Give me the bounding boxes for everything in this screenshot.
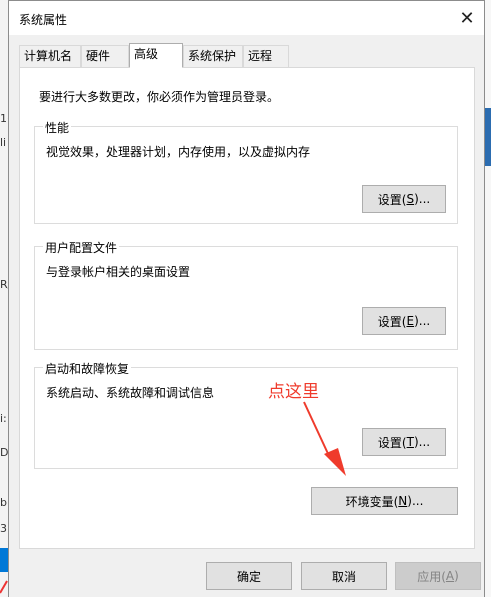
- startup-recovery-description: 系统启动、系统故障和调试信息: [46, 386, 215, 400]
- performance-settings-button[interactable]: 设置(S)...: [362, 185, 446, 213]
- tab-remote[interactable]: 远程: [243, 45, 289, 67]
- cancel-button[interactable]: 取消: [301, 562, 387, 590]
- annotation-arrow-icon: [303, 401, 346, 476]
- background-text-fragment: i:: [0, 412, 7, 425]
- performance-description: 视觉效果，处理器计划，内存使用，以及虚拟内存: [46, 145, 311, 159]
- startup-recovery-legend: 启动和故障恢复: [43, 360, 132, 377]
- advanced-tab-panel: 要进行大多数更改，你必须作为管理员登录。 性能 视觉效果，处理器计划，内存使用，…: [19, 67, 475, 549]
- screen: 1( li R/ i: D b: 3: 系统属性 ✕ 计算机名 硬件 高级 系统…: [0, 0, 491, 597]
- tab-hardware[interactable]: 硬件: [81, 45, 129, 67]
- close-icon: ✕: [459, 7, 475, 29]
- button-label-suffix: )...: [413, 435, 431, 449]
- button-label: 设置(: [377, 435, 407, 450]
- access-key: T: [406, 435, 414, 449]
- access-key: N: [398, 494, 408, 508]
- performance-legend: 性能: [43, 119, 72, 136]
- background-text-fragment: li: [0, 136, 7, 149]
- close-button[interactable]: ✕: [450, 1, 484, 35]
- button-label-suffix: )...: [407, 494, 424, 508]
- access-key: S: [406, 192, 415, 206]
- user-profiles-legend: 用户配置文件: [43, 239, 120, 256]
- tab-advanced[interactable]: 高级: [129, 43, 183, 68]
- button-label: 设置(: [377, 314, 407, 329]
- dialog-footer: 确定 取消 应用(A): [9, 549, 484, 597]
- title-bar[interactable]: 系统属性 ✕: [9, 1, 484, 35]
- apply-button[interactable]: 应用(A): [395, 562, 481, 590]
- button-label-suffix: ): [454, 569, 459, 583]
- access-key: A: [445, 569, 455, 583]
- button-label-suffix: )...: [414, 314, 431, 328]
- button-label: 环境变量(: [345, 494, 399, 509]
- startup-recovery-settings-button[interactable]: 设置(T)...: [362, 428, 446, 456]
- button-label-suffix: )...: [414, 192, 431, 206]
- access-key: E: [406, 314, 415, 328]
- dialog-title: 系统属性: [19, 13, 68, 27]
- button-label: 应用(: [417, 569, 446, 584]
- user-profiles-settings-button[interactable]: 设置(E)...: [362, 307, 446, 335]
- environment-variables-button[interactable]: 环境变量(N)...: [311, 487, 458, 515]
- user-profiles-description: 与登录帐户相关的桌面设置: [46, 265, 191, 279]
- annotation-arrow-shaft: [303, 401, 331, 459]
- tab-computer-name[interactable]: 计算机名: [19, 45, 81, 67]
- startup-recovery-group: 启动和故障恢复 系统启动、系统故障和调试信息 设置(T)...: [34, 360, 458, 469]
- tab-system-protection[interactable]: 系统保护: [183, 45, 243, 67]
- user-profiles-group: 用户配置文件 与登录帐户相关的桌面设置 设置(E)...: [34, 239, 458, 350]
- admin-notice: 要进行大多数更改，你必须作为管理员登录。: [39, 90, 280, 104]
- performance-group: 性能 视觉效果，处理器计划，内存使用，以及虚拟内存 设置(S)...: [34, 119, 458, 224]
- button-label: 设置(: [377, 192, 407, 207]
- ok-button[interactable]: 确定: [206, 562, 292, 590]
- system-properties-dialog: 系统属性 ✕ 计算机名 硬件 高级 系统保护 远程 要进行大多数更改，你必须作为…: [8, 0, 485, 597]
